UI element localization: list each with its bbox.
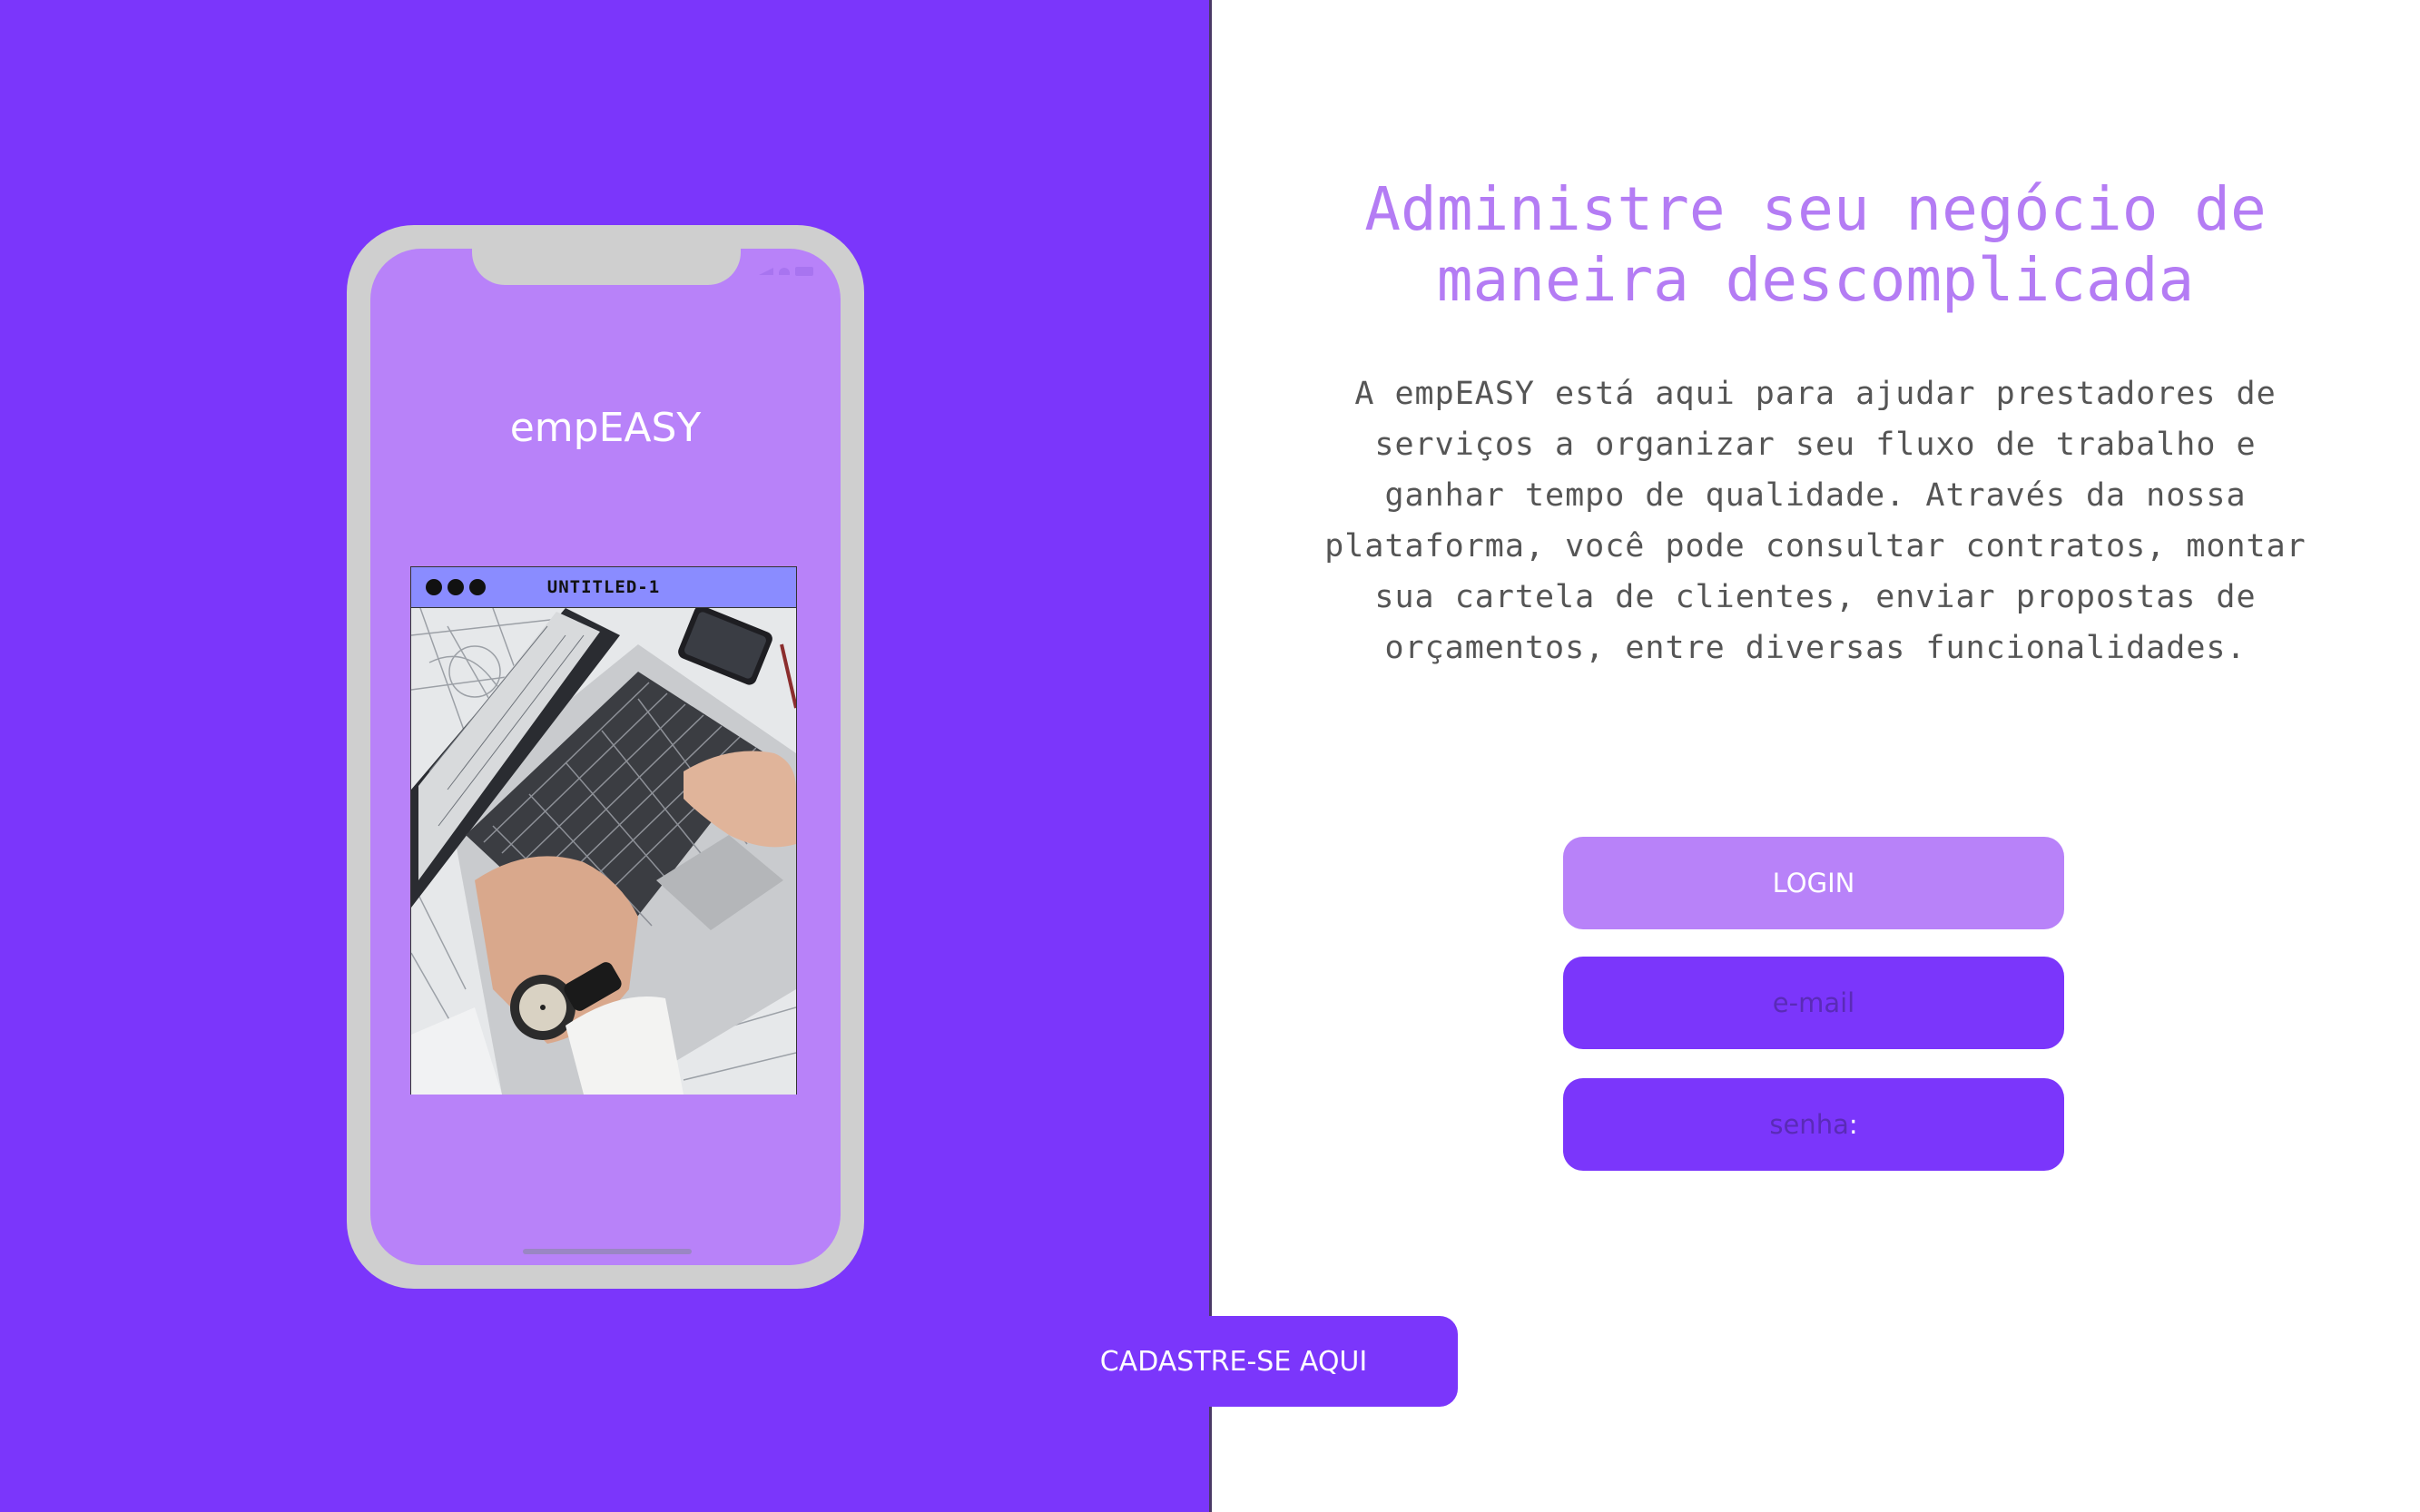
page-description: A empEASY está aqui para ajudar prestado… (1324, 376, 2307, 666)
laptop-photo-illustration (411, 608, 796, 1095)
password-suffix: : (1848, 1109, 1858, 1140)
status-bar (759, 267, 813, 276)
signal-icon (759, 268, 773, 275)
app-name: empEASY (509, 405, 702, 451)
email-placeholder: e-mail (1772, 987, 1855, 1018)
phone-notch (472, 249, 741, 285)
window-titlebar: UNTITLED-1 (411, 567, 796, 608)
signup-button[interactable]: CADASTRE-SE AQUI (1009, 1316, 1458, 1407)
page-headline: Administre seu negócio de maneira descom… (1364, 174, 2267, 315)
login-button[interactable]: LOGIN (1563, 837, 2064, 929)
signup-button-label: CADASTRE-SE AQUI (1099, 1345, 1368, 1378)
laptop-photo (411, 608, 796, 1095)
wifi-icon (779, 268, 790, 275)
panel-divider (1209, 0, 1212, 1512)
password-field[interactable]: senha: (1563, 1078, 2064, 1171)
login-button-label: LOGIN (1772, 868, 1855, 898)
window-title: UNTITLED-1 (546, 577, 661, 597)
home-indicator (523, 1249, 692, 1254)
phone-mockup: empEASY UNTITLED-1 (347, 225, 864, 1289)
battery-icon (795, 267, 813, 276)
phone-screen: empEASY UNTITLED-1 (370, 249, 841, 1265)
email-field[interactable]: e-mail (1563, 957, 2064, 1049)
app-window: UNTITLED-1 (410, 566, 797, 1095)
password-placeholder: senha (1769, 1109, 1849, 1140)
